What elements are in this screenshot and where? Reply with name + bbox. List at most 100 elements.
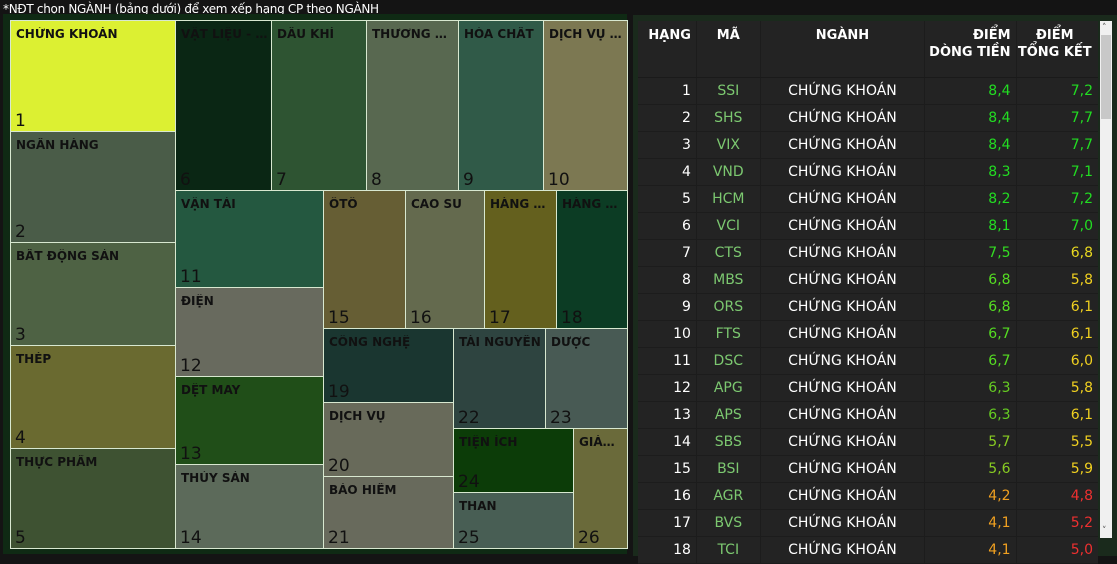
header-total-score[interactable]: ĐIỂM TỔNG KẾT [1017,21,1098,77]
tile-rank: 26 [578,528,600,548]
cell-code: DSC [697,348,761,374]
table-header: HẠNG MÃ NGÀNH ĐIỂM DÒNG TIỀN ĐIỂM TỔNG K… [638,21,1098,78]
table-row[interactable]: 4 VND CHỨNG KHOÁN 8,3 7,1 [638,159,1098,186]
treemap-tile-sector[interactable]: THƯƠNG MẠI 8 [366,20,459,191]
treemap-tile-sector[interactable]: VẬT LIỆU - X... 6 [175,20,272,191]
cell-total-score: 7,7 [1070,110,1093,126]
table-row[interactable]: 15 BSI CHỨNG KHOÁN 5,6 5,9 [638,456,1098,483]
cell-flow-score: 5,7 [925,429,1017,455]
treemap-tile-sector[interactable]: CHỨNG KHOÁN 1 [10,20,176,132]
treemap-tile-sector[interactable]: NGÂN HÀNG 2 [10,131,176,243]
cell-total-score: 6,1 [1070,299,1093,315]
tile-label: DẦU KHÍ [277,27,334,41]
tile-rank: 6 [180,170,191,190]
table-row[interactable]: 6 VCI CHỨNG KHOÁN 8,1 7,0 [638,213,1098,240]
table-row[interactable]: 9 ORS CHỨNG KHOÁN 6,8 6,1 [638,294,1098,321]
cell-sector: CHỨNG KHOÁN [761,132,926,158]
scrollbar-thumb[interactable] [1101,35,1111,119]
tile-label: ÔTÔ [329,197,358,211]
cell-sector: CHỨNG KHOÁN [761,348,926,374]
cell-sector: CHỨNG KHOÁN [761,429,926,455]
tile-label: THƯƠNG MẠI [372,27,455,41]
scroll-up-icon[interactable]: ˄ [1102,23,1107,33]
table-row[interactable]: 12 APG CHỨNG KHOÁN 6,3 5,8 [638,375,1098,402]
treemap-tile-sector[interactable]: HÀNG K... 17 [484,190,557,329]
header-rank[interactable]: HẠNG [638,21,697,77]
treemap-tile-sector[interactable]: THÉP 4 [10,345,176,449]
tile-label: DỊCH VỤ [329,409,386,423]
table-row[interactable]: 2 SHS CHỨNG KHOÁN 8,4 7,7 [638,105,1098,132]
table-row[interactable]: 11 DSC CHỨNG KHOÁN 6,7 6,0 [638,348,1098,375]
cell-code: VIX [697,132,761,158]
cell-flow-score: 8,2 [925,186,1017,212]
treemap-tile-sector[interactable]: DỊCH VỤ T... 10 [543,20,628,191]
table-row[interactable]: 10 FTS CHỨNG KHOÁN 6,7 6,1 [638,321,1098,348]
scrollbar[interactable]: ˄ ˅ [1100,21,1112,538]
cell-total-score: 5,5 [1070,434,1093,450]
treemap-tile-sector[interactable]: THỰC PHẨM 5 [10,448,176,549]
treemap-tile-sector[interactable]: GIÁO... 26 [573,428,628,549]
cell-flow-score: 4,2 [925,483,1017,509]
tile-label: TIỆN ÍCH [459,435,518,449]
cell-total-score: 5,9 [1070,461,1093,477]
tile-label: THỦY SẢN [181,471,250,485]
cell-total-score: 6,1 [1070,326,1093,342]
treemap-tile-sector[interactable]: BẤT ĐỘNG SẢN 3 [10,242,176,346]
tile-label: NGÂN HÀNG [16,138,99,152]
scroll-down-icon[interactable]: ˅ [1102,526,1107,536]
treemap-tile-sector[interactable]: THỦY SẢN 14 [175,464,324,549]
header-code[interactable]: MÃ [697,21,761,77]
header-sector[interactable]: NGÀNH [761,21,926,77]
treemap-tile-sector[interactable]: ÔTÔ 15 [323,190,406,329]
cell-flow-score: 8,4 [925,78,1017,104]
treemap-tile-sector[interactable]: VẬN TẢI 11 [175,190,324,288]
cell-total-score: 5,8 [1070,272,1093,288]
tile-rank: 20 [328,456,350,476]
tile-rank: 8 [371,170,382,190]
treemap-tile-sector[interactable]: CAO SU 16 [405,190,485,329]
stock-ranking-table: HẠNG MÃ NGÀNH ĐIỂM DÒNG TIỀN ĐIỂM TỔNG K… [638,21,1098,564]
cell-sector: CHỨNG KHOÁN [761,78,926,104]
tile-rank: 19 [328,382,350,402]
treemap-tile-sector[interactable]: DẦU KHÍ 7 [271,20,367,191]
cell-code: BVS [697,510,761,536]
treemap-tile-sector[interactable]: CÔNG NGHỆ 19 [323,328,454,403]
cell-code: AGR [697,483,761,509]
table-row[interactable]: 16 AGR CHỨNG KHOÁN 4,2 4,8 [638,483,1098,510]
cell-code: HCM [697,186,761,212]
header-flow-score[interactable]: ĐIỂM DÒNG TIỀN [925,21,1017,77]
cell-sector: CHỨNG KHOÁN [761,375,926,401]
table-row[interactable]: 3 VIX CHỨNG KHOÁN 8,4 7,7 [638,132,1098,159]
cell-code: MBS [697,267,761,293]
treemap-tile-sector[interactable]: TIỆN ÍCH 24 [453,428,574,493]
tile-rank: 5 [15,528,26,548]
table-row[interactable]: 14 SBS CHỨNG KHOÁN 5,7 5,5 [638,429,1098,456]
treemap-tile-sector[interactable]: THAN 25 [453,492,574,549]
table-row[interactable]: 17 BVS CHỨNG KHOÁN 4,1 5,2 [638,510,1098,537]
cell-rank: 10 [638,321,697,347]
table-row[interactable]: 5 HCM CHỨNG KHOÁN 8,2 7,2 [638,186,1098,213]
treemap-tile-sector[interactable]: BẢO HIỂM 21 [323,476,454,549]
cell-sector: CHỨNG KHOÁN [761,483,926,509]
treemap-tile-sector[interactable]: DỆT MAY 13 [175,376,324,465]
cell-rank: 17 [638,510,697,536]
table-row[interactable]: 13 APS CHỨNG KHOÁN 6,3 6,1 [638,402,1098,429]
cell-rank: 15 [638,456,697,482]
table-row[interactable]: 1 SSI CHỨNG KHOÁN 8,4 7,2 [638,78,1098,105]
treemap-tile-sector[interactable]: TÀI NGUYÊN 22 [453,328,546,429]
table-row[interactable]: 8 MBS CHỨNG KHOÁN 6,8 5,8 [638,267,1098,294]
tile-rank: 25 [458,528,480,548]
treemap-tile-sector[interactable]: HÓA CHẤT 9 [458,20,544,191]
cell-flow-score: 7,5 [925,240,1017,266]
treemap-tile-sector[interactable]: DỊCH VỤ 20 [323,402,454,477]
cell-rank: 18 [638,537,697,563]
treemap-tile-sector[interactable]: HÀNG D... 18 [556,190,628,329]
cell-sector: CHỨNG KHOÁN [761,402,926,428]
treemap-tile-sector[interactable]: ĐIỆN 12 [175,287,324,377]
table-row[interactable]: 7 CTS CHỨNG KHOÁN 7,5 6,8 [638,240,1098,267]
cell-code: TCI [697,537,761,563]
tile-label: HÀNG D... [562,197,624,211]
cell-rank: 4 [638,159,697,185]
treemap-tile-sector[interactable]: DƯỢC 23 [545,328,628,429]
table-row[interactable]: 18 TCI CHỨNG KHOÁN 4,1 5,0 [638,537,1098,564]
